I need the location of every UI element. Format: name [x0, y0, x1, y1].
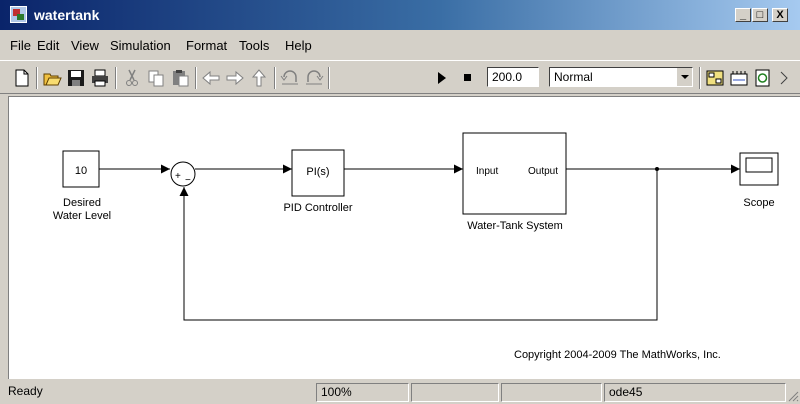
menu-file[interactable]: File: [10, 38, 31, 53]
status-text: Ready: [8, 384, 43, 398]
undo-icon[interactable]: [280, 68, 300, 88]
refresh-icon[interactable]: [753, 68, 773, 88]
feedback-line[interactable]: [179, 169, 658, 321]
status-cell-4: [501, 383, 602, 402]
zoom-level: 100%: [316, 383, 409, 402]
copyright-annotation: Copyright 2004-2009 The MathWorks, Inc.: [514, 349, 721, 361]
overflow-icon[interactable]: [777, 68, 791, 88]
sum-minus-sign: −: [185, 175, 191, 186]
status-bar: Ready 100% ode45: [0, 381, 800, 404]
resize-grip-icon[interactable]: [786, 389, 799, 402]
cut-icon[interactable]: [122, 68, 142, 88]
model-canvas[interactable]: + − 10 PI(s) Input Output Desired Water …: [8, 96, 800, 379]
toolbar-separator: [36, 67, 38, 89]
plant-input-port: Input: [476, 166, 498, 177]
scope-label: Scope: [743, 197, 775, 209]
toolbar-separator: [274, 67, 276, 89]
scope-screen-icon: [745, 157, 773, 173]
status-cell-3: [411, 383, 499, 402]
paste-icon[interactable]: [170, 68, 190, 88]
up-icon[interactable]: [249, 68, 269, 88]
simulink-window: watertank _ □ X File Edit View Simulatio…: [0, 0, 800, 404]
pid-text: PI(s): [306, 166, 329, 178]
redo-icon[interactable]: [304, 68, 324, 88]
plant-label: Water-Tank System: [467, 220, 563, 232]
menu-tools[interactable]: Tools: [239, 38, 269, 53]
constant-label-line2: Water Level: [52, 210, 112, 222]
constant-label: Desired Water Level: [37, 197, 127, 223]
simulation-mode-select[interactable]: Normal: [549, 67, 693, 87]
toolbar-separator: [328, 67, 330, 89]
menu-format[interactable]: Format: [186, 38, 227, 53]
start-icon[interactable]: [432, 68, 452, 88]
toolbar-separator: [195, 67, 197, 89]
simulation-mode-value: Normal: [554, 70, 593, 84]
minimize-button[interactable]: _: [735, 8, 751, 22]
block-diagram: + − 10 PI(s) Input Output: [62, 132, 779, 321]
sum-plus-sign: +: [175, 171, 181, 182]
plant-output-port: Output: [528, 166, 558, 177]
forward-icon[interactable]: [225, 68, 245, 88]
save-icon[interactable]: [66, 68, 86, 88]
menu-edit[interactable]: Edit: [37, 38, 59, 53]
toolbar: 200.0 Normal: [0, 60, 800, 94]
dropdown-arrow-icon[interactable]: [676, 68, 692, 86]
menu-bar: File Edit View Simulation Format Tools H…: [0, 36, 800, 56]
close-button[interactable]: X: [772, 8, 788, 22]
open-icon[interactable]: [42, 68, 62, 88]
new-icon[interactable]: [12, 68, 32, 88]
constant-value: 10: [75, 165, 87, 177]
toolbar-separator: [699, 67, 701, 89]
title-bar[interactable]: watertank _ □ X: [0, 0, 800, 30]
library-browser-icon[interactable]: [705, 68, 725, 88]
stop-icon[interactable]: [458, 68, 478, 88]
pid-label: PID Controller: [283, 202, 353, 214]
window-title: watertank: [34, 7, 100, 23]
model-explorer-icon[interactable]: [729, 68, 749, 88]
copy-icon[interactable]: [146, 68, 166, 88]
solver-name: ode45: [604, 383, 786, 402]
simulink-app-icon[interactable]: [10, 6, 27, 23]
back-icon[interactable]: [201, 68, 221, 88]
stop-time-field[interactable]: 200.0: [487, 67, 539, 87]
menu-help[interactable]: Help: [285, 38, 312, 53]
print-icon[interactable]: [90, 68, 110, 88]
constant-label-line1: Desired: [63, 197, 101, 209]
maximize-button[interactable]: □: [752, 8, 768, 22]
menu-view[interactable]: View: [71, 38, 99, 53]
toolbar-separator: [115, 67, 117, 89]
menu-simulation[interactable]: Simulation: [110, 38, 171, 53]
